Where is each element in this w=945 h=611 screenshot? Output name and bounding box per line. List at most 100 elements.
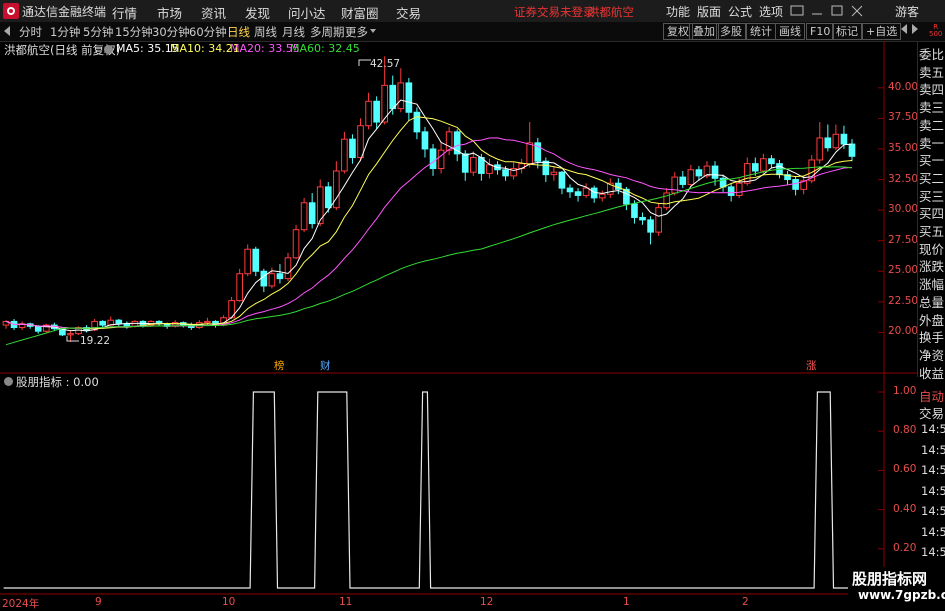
quote-label[interactable]: 买二 [919, 168, 944, 187]
quote-label[interactable]: 卖二 [919, 115, 944, 134]
add-watchlist-button[interactable]: +自选 [862, 23, 902, 40]
close-icon[interactable] [851, 5, 863, 17]
indicator-axis-label: 0.40 [893, 502, 917, 515]
quote-label[interactable]: 卖三 [919, 97, 944, 116]
candle-down [324, 186, 332, 209]
menu-wealth-circle[interactable]: 财富圈 [341, 3, 379, 22]
indicator-axis-label: 1.00 [893, 385, 917, 397]
login-status[interactable]: 证券交易未登录 [514, 4, 595, 20]
overlay-button[interactable]: 叠加 [689, 23, 719, 40]
date-label-dec: 12 [480, 596, 494, 608]
maximize-icon[interactable] [831, 5, 843, 16]
trade-time-label: 14:56 [921, 463, 945, 477]
low-price-label: 19.22 [80, 335, 111, 347]
candle-up [268, 273, 276, 287]
guest-login[interactable]: 游客 [895, 3, 919, 20]
menu-options[interactable]: 选项 [759, 3, 783, 20]
multi-stock-button[interactable]: 多股 [716, 23, 746, 40]
candle-down [123, 323, 131, 327]
period-intraday[interactable]: 分时 [19, 24, 42, 40]
chevron-down-icon[interactable] [370, 29, 376, 33]
period-60min[interactable]: 60分钟 [189, 24, 227, 40]
candle-up [526, 142, 534, 165]
quote-label[interactable]: 买四 [919, 203, 944, 222]
chat-icon[interactable] [790, 5, 804, 16]
indicator-toggle-icon[interactable] [4, 377, 13, 386]
draw-line-button[interactable]: 画线 [775, 23, 805, 40]
candle-up [365, 100, 372, 127]
statistics-button[interactable]: 统计 [746, 23, 776, 40]
menu-news[interactable]: 资讯 [201, 3, 226, 22]
quote-label[interactable]: 涨跌 [919, 256, 944, 275]
candle-down [34, 325, 42, 332]
trade-time-label: 14:56 [921, 524, 945, 539]
candle-up [333, 170, 340, 209]
candle-up [832, 133, 840, 149]
indicator-header: 股朋指标 : 0.00 [16, 375, 99, 389]
menu-functions[interactable]: 功能 [666, 3, 690, 20]
period-1min[interactable]: 1分钟 [50, 24, 80, 40]
quote-label[interactable]: 收益 [919, 363, 944, 382]
candle-down [252, 248, 260, 272]
quote-label[interactable]: 卖一 [919, 133, 944, 152]
indicator-axis-label: 0.20 [893, 541, 917, 554]
f10-button[interactable]: F10 [806, 23, 835, 40]
event-marker-finance[interactable]: 财 [320, 358, 331, 373]
candle-down [405, 82, 413, 113]
quote-label[interactable]: 总量 [919, 292, 944, 311]
menu-ask-xiaoda[interactable]: 问小达 [288, 3, 326, 22]
candle-down [413, 111, 421, 133]
current-stock-tag: 洪都航空 [588, 5, 634, 19]
event-marker-rank[interactable]: 榜 [274, 358, 285, 373]
quote-label[interactable]: 买一 [919, 150, 944, 169]
watermark-url: www.7gpzb.com [858, 588, 945, 602]
quote-label[interactable]: 净资 [919, 345, 944, 364]
candle-down [768, 158, 775, 165]
candle-up [204, 320, 211, 324]
quote-label[interactable]: 委比 [919, 44, 944, 63]
candle-up [671, 176, 679, 194]
chevron-left-icon[interactable] [901, 24, 907, 34]
period-30min[interactable]: 30分钟 [152, 24, 190, 40]
quote-label[interactable]: 卖四 [919, 79, 944, 98]
menu-layout[interactable]: 版面 [697, 3, 721, 20]
quote-label[interactable]: 现价 [919, 239, 944, 258]
quote-label[interactable]: 涨幅 [919, 274, 944, 293]
price-tick-label: 27.50 [888, 233, 919, 246]
price-tick-label: 22.50 [888, 294, 919, 307]
quote-label[interactable]: 卖五 [919, 62, 944, 81]
quote-label[interactable]: 换手 [919, 327, 944, 346]
period-more[interactable]: 更多 [345, 24, 368, 40]
candle-down [574, 191, 582, 196]
menu-trade[interactable]: 交易 [396, 3, 421, 22]
period-weekly[interactable]: 周线 [254, 24, 277, 40]
menu-discover[interactable]: 发现 [245, 3, 270, 22]
menu-market-quotes[interactable]: 行情 [112, 3, 137, 22]
chevron-right-icon[interactable] [912, 24, 918, 34]
mark-button[interactable]: 标记 [832, 23, 862, 40]
menu-market[interactable]: 市场 [157, 3, 182, 22]
period-15min[interactable]: 15分钟 [115, 24, 153, 40]
menu-formula[interactable]: 公式 [728, 3, 752, 20]
period-multi[interactable]: 多周期 [310, 24, 345, 40]
candle-up [469, 157, 477, 173]
period-5min[interactable]: 5分钟 [83, 24, 113, 40]
quote-label[interactable]: 外盘 [919, 310, 944, 329]
date-label-feb: 2 [742, 596, 749, 608]
event-marker-limit-up[interactable]: 涨 [806, 358, 817, 373]
ma-line-5 [5, 99, 853, 332]
candle-down [566, 187, 574, 193]
candle-down [751, 163, 759, 172]
trade-label[interactable]: 交易 [919, 403, 944, 422]
chevron-left-icon[interactable] [4, 26, 10, 36]
candle-up [341, 138, 348, 172]
window-controls [790, 5, 863, 17]
candlestick-chart[interactable] [0, 41, 917, 596]
trade-time-label: 14:56 [921, 504, 945, 518]
period-daily[interactable]: 日线 [227, 24, 250, 40]
quote-label[interactable]: 买五 [919, 221, 944, 240]
quote-label[interactable]: 买三 [919, 186, 944, 205]
candle-down [260, 270, 268, 287]
price-tick-label: 20.00 [888, 325, 919, 338]
period-monthly[interactable]: 月线 [282, 24, 305, 40]
